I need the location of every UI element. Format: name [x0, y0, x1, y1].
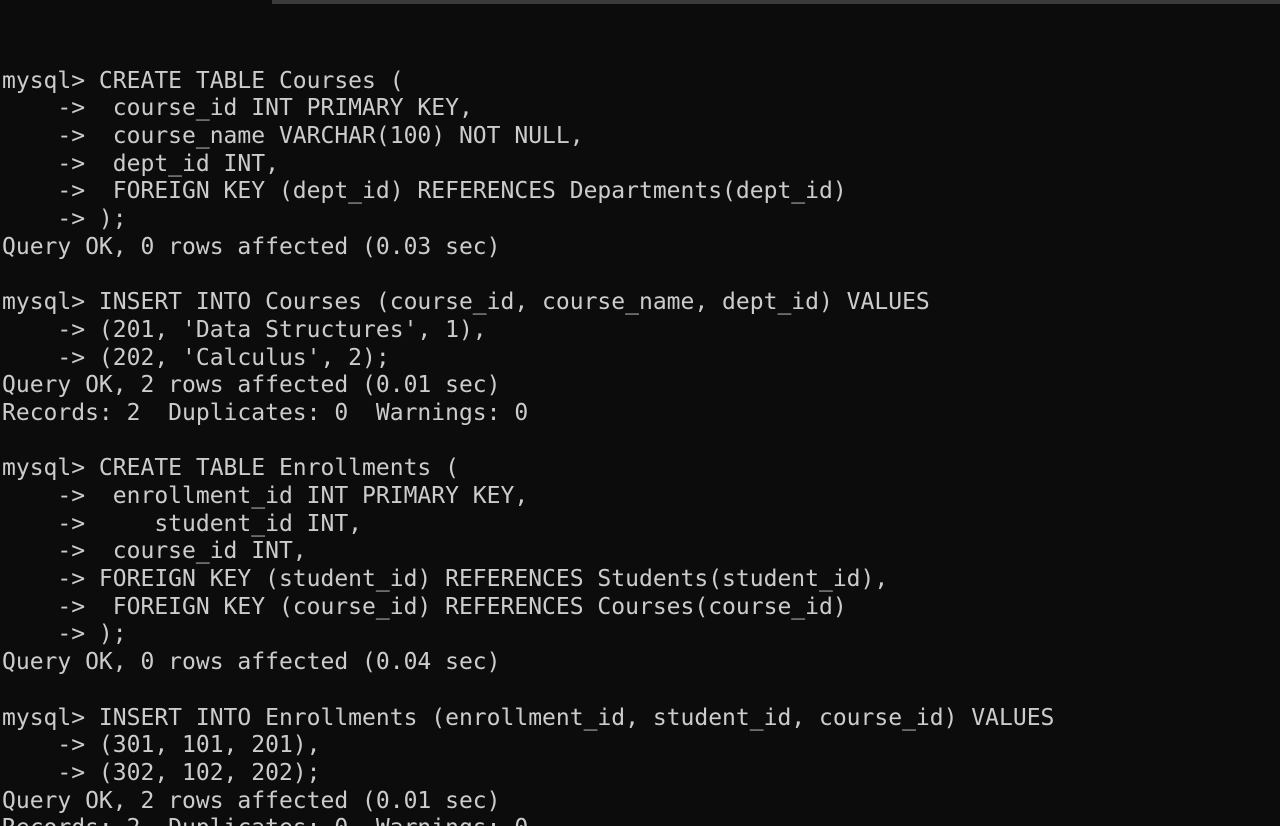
terminal-line: -> course_id INT PRIMARY KEY,: [2, 95, 473, 122]
terminal-output[interactable]: mysql> CREATE TABLE Courses ( -> course_…: [2, 40, 1272, 826]
terminal-line: Query OK, 2 rows affected (0.01 sec): [2, 372, 501, 399]
terminal-line: mysql> INSERT INTO Enrollments (enrollme…: [2, 704, 1055, 731]
terminal-line: -> enrollment_id INT PRIMARY KEY,: [2, 483, 529, 509]
terminal-line: -> dept_id INT,: [2, 150, 279, 177]
terminal-line: mysql> CREATE TABLE Courses (: [2, 67, 404, 94]
terminal-line: Query OK, 2 rows affected (0.01 sec): [2, 787, 501, 814]
terminal-line: -> FOREIGN KEY (course_id) REFERENCES Co…: [2, 593, 847, 620]
terminal-line: -> student_id INT,: [2, 510, 363, 537]
terminal-line: -> FOREIGN KEY (student_id) REFERENCES S…: [2, 566, 889, 593]
terminal-line: -> FOREIGN KEY (dept_id) REFERENCES Depa…: [2, 178, 847, 205]
terminal-line: -> (302, 102, 202);: [2, 759, 321, 786]
terminal-line: Query OK, 0 rows affected (0.04 sec): [2, 649, 501, 676]
terminal-line: Records: 2 Duplicates: 0 Warnings: 0: [2, 815, 1272, 826]
terminal-line: Query OK, 0 rows affected (0.03 sec): [2, 233, 501, 260]
terminal-window[interactable]: mysql> CREATE TABLE Courses ( -> course_…: [0, 0, 1280, 826]
terminal-line: mysql> INSERT INTO Courses (course_id, c…: [2, 289, 930, 316]
window-top-edge: [272, 0, 1280, 4]
terminal-line: mysql> CREATE TABLE Enrollments (: [2, 455, 459, 482]
terminal-line: -> course_id INT,: [2, 538, 307, 565]
terminal-line: Records: 2 Duplicates: 0 Warnings: 0: [2, 399, 529, 426]
terminal-line: -> (202, 'Calculus', 2);: [2, 344, 390, 371]
terminal-line: -> (201, 'Data Structures', 1),: [2, 316, 487, 343]
terminal-line: -> course_name VARCHAR(100) NOT NULL,: [2, 123, 584, 150]
terminal-line: -> (301, 101, 201),: [2, 732, 321, 759]
terminal-line: -> );: [2, 206, 127, 233]
terminal-line: -> );: [2, 621, 127, 648]
